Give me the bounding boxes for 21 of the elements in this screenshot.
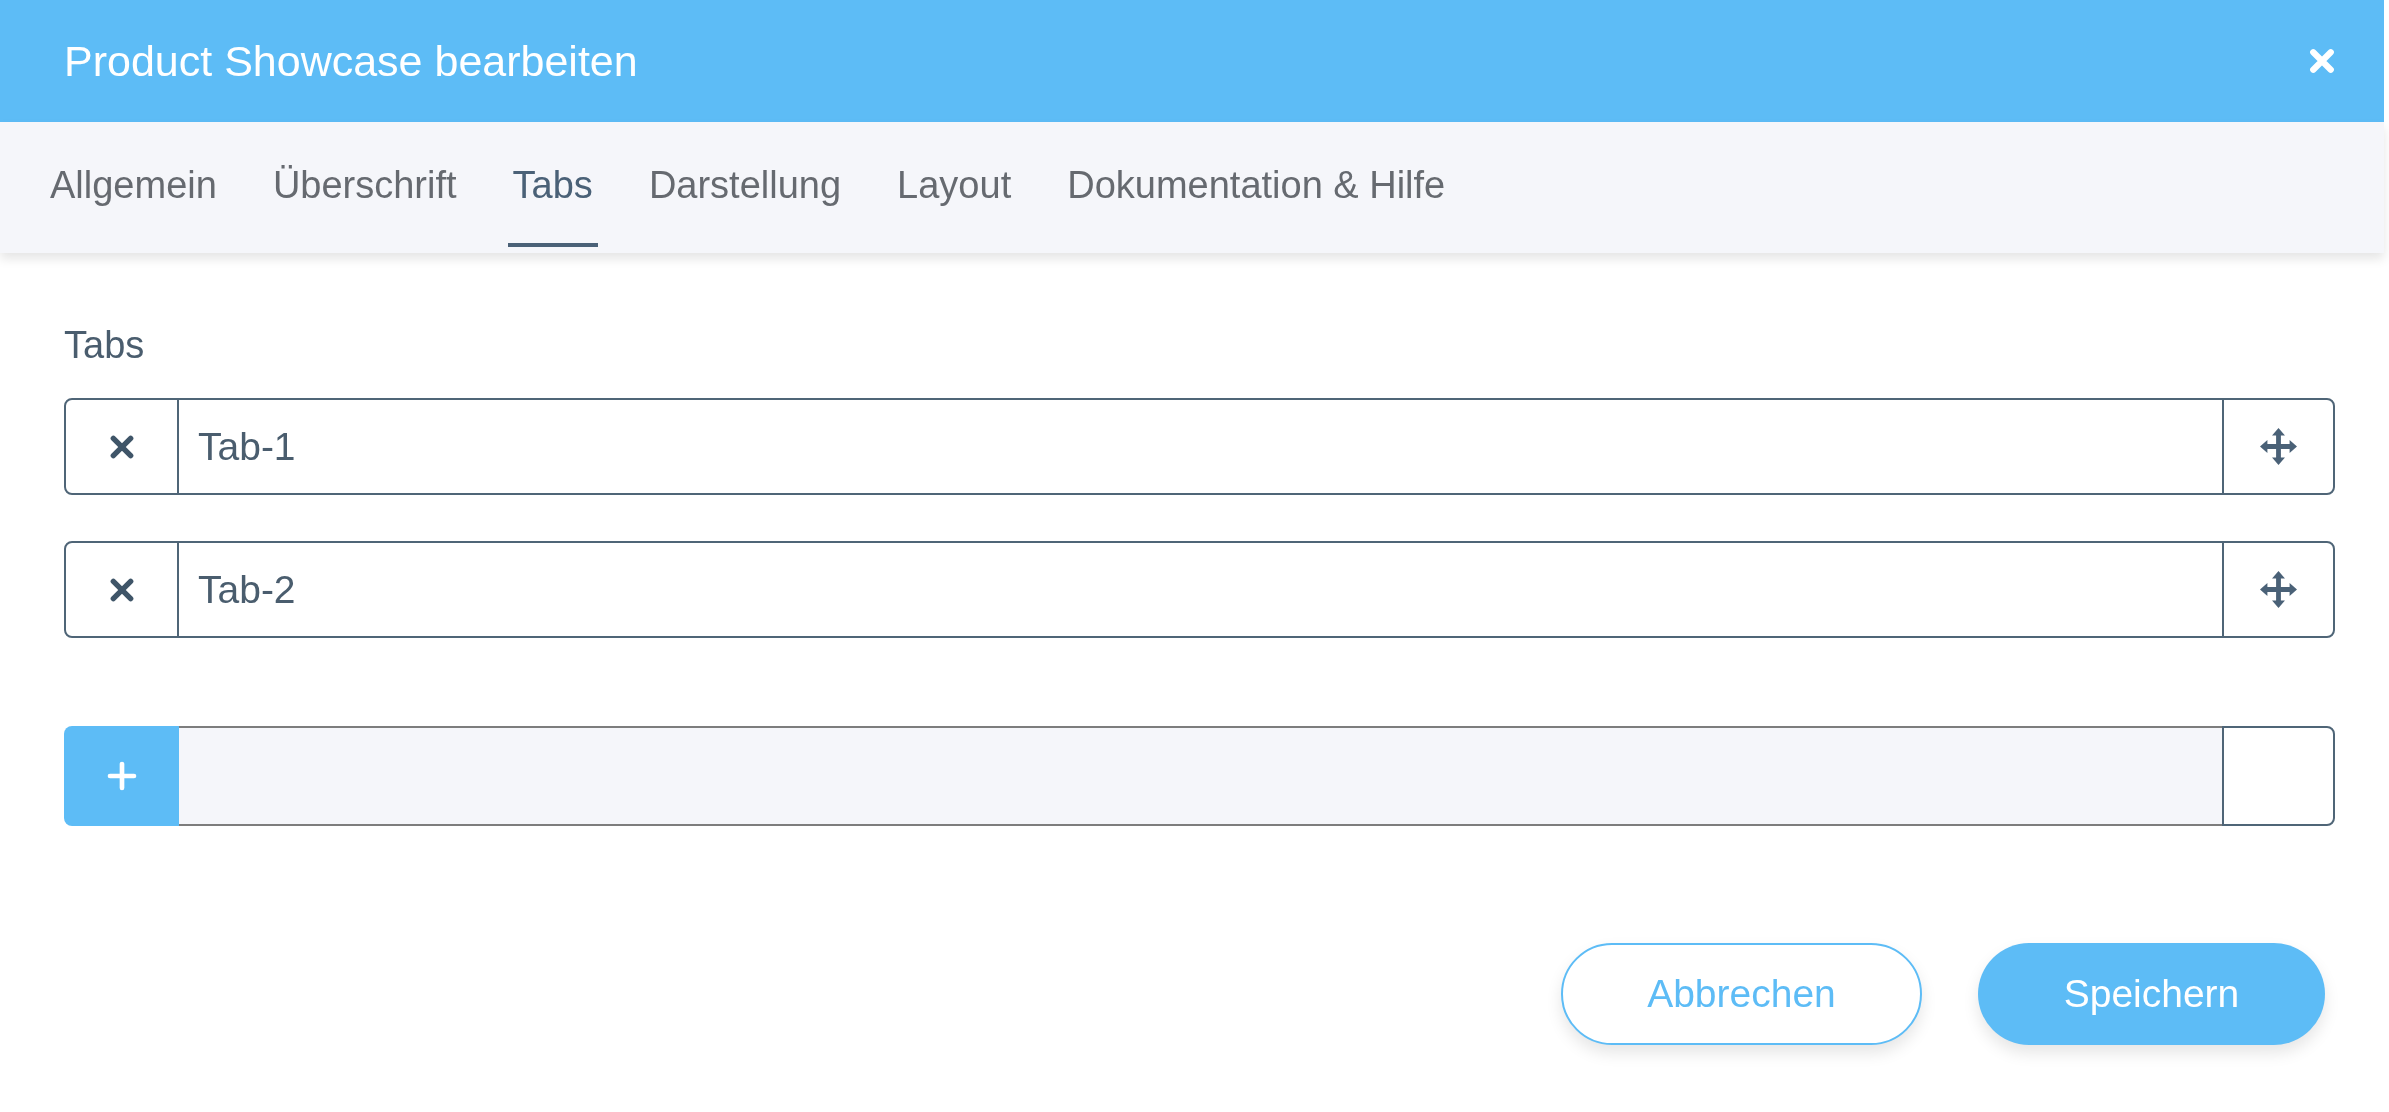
section-label: Tabs bbox=[64, 323, 145, 368]
move-icon bbox=[2260, 428, 2297, 465]
tab[interactable]: Tabs bbox=[507, 128, 598, 247]
cross-icon bbox=[108, 576, 135, 603]
tab[interactable]: Layout bbox=[892, 128, 1017, 247]
input-field[interactable] bbox=[179, 726, 2222, 826]
close-icon bbox=[2307, 46, 2337, 76]
plus-icon bbox=[105, 760, 138, 792]
drag-handle[interactable] bbox=[2222, 398, 2335, 495]
dialog-title: Product Showcase bearbeiten bbox=[64, 36, 638, 87]
move-icon bbox=[2260, 571, 2297, 608]
remove-button[interactable] bbox=[64, 398, 179, 495]
tab[interactable]: Darstellung bbox=[643, 128, 847, 247]
tab[interactable]: Dokumentation & Hilfe bbox=[1062, 128, 1451, 247]
tab[interactable]: Überschrift bbox=[267, 128, 462, 247]
text-field[interactable]: Tab-1 bbox=[179, 398, 2222, 495]
drag-handle[interactable] bbox=[2222, 541, 2335, 638]
tab[interactable]: Allgemein bbox=[45, 128, 222, 247]
text-field[interactable]: Tab-2 bbox=[179, 541, 2222, 638]
remove-button[interactable] bbox=[64, 541, 179, 638]
cross-icon bbox=[108, 433, 135, 460]
